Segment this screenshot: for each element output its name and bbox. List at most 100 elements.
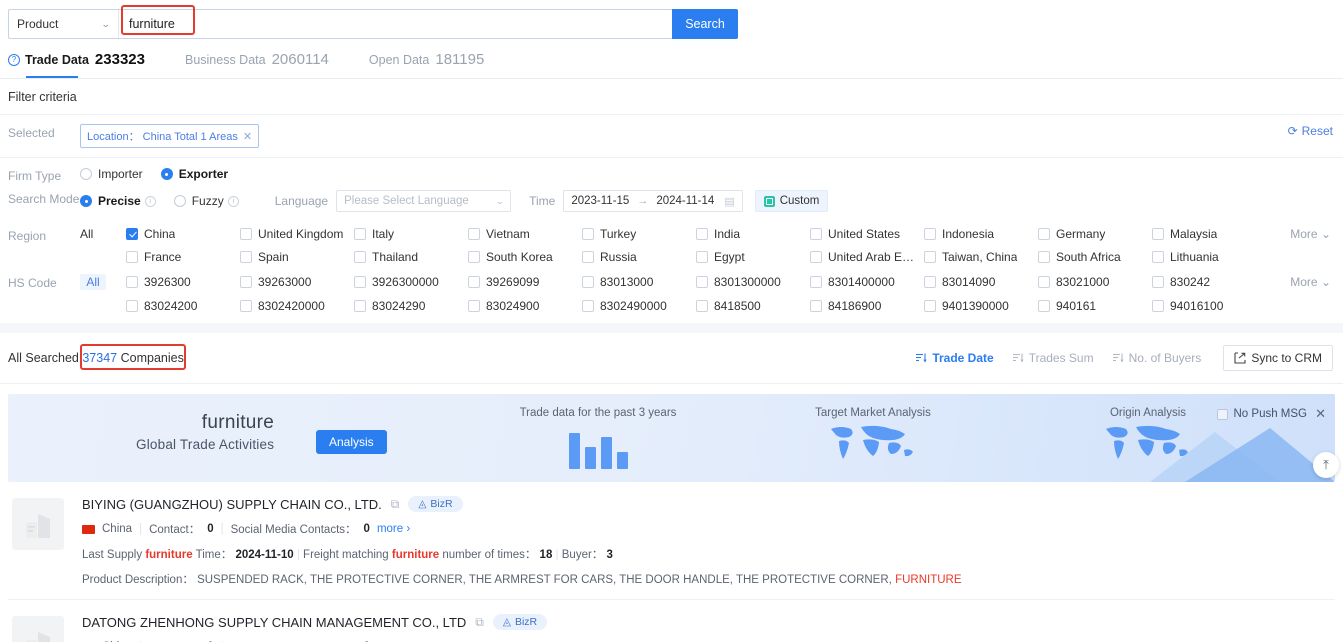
hs-checkbox-8301300000[interactable]: 8301300000 (696, 275, 810, 289)
tab-business-data[interactable]: Business Data 2060114 (185, 51, 329, 78)
hs-checkbox-83013000[interactable]: 83013000 (582, 275, 696, 289)
region-checkbox-egypt[interactable]: Egypt (696, 250, 810, 264)
hs-checkbox-830242[interactable]: 830242 (1152, 275, 1266, 289)
checkbox-box (1038, 300, 1050, 312)
region-more-button[interactable]: More ⌄ (1290, 227, 1331, 241)
radio-fuzzy[interactable]: Fuzzy i (173, 194, 239, 208)
company-list-item: BIYING (GUANGZHOU) SUPPLY CHAIN CO., LTD… (8, 482, 1335, 600)
region-checkbox-india[interactable]: India (696, 227, 810, 241)
checkbox-box (354, 300, 366, 312)
copy-icon[interactable]: ⧉ (391, 497, 400, 512)
category-select[interactable]: Product ⌄ (9, 10, 119, 38)
radio-precise[interactable]: Precise i (80, 194, 156, 208)
region-checkbox-united-states[interactable]: United States (810, 227, 924, 241)
chevron-down-icon: ⌄ (1320, 227, 1331, 241)
back-to-top-button[interactable]: ⤒ (1313, 452, 1339, 478)
company-country: China (102, 523, 133, 535)
hs-checkbox-94016100[interactable]: 94016100 (1152, 299, 1266, 313)
checkbox-box (126, 228, 138, 240)
hs-checkbox-940161[interactable]: 940161 (1038, 299, 1152, 313)
sort-trade-date[interactable]: Trade Date (915, 351, 994, 365)
region-checkbox-russia[interactable]: Russia (582, 250, 696, 264)
selected-tag-location[interactable]: Location： China Total 1 Areas ✕ (80, 124, 260, 148)
region-checkbox-spain[interactable]: Spain (240, 250, 354, 264)
firm-type-options: Importer Exporter (80, 167, 1335, 181)
time-range-picker[interactable]: 2023-11-15 → 2024-11-14 ▤ (563, 190, 743, 212)
region-all-button[interactable]: All (80, 227, 126, 241)
tab-open-data[interactable]: Open Data 181195 (369, 51, 484, 78)
bizr-badge[interactable]: ◬ BizR (492, 614, 548, 630)
hs-checkbox-84186900[interactable]: 84186900 (810, 299, 924, 313)
region-checkbox-taiwan-china[interactable]: Taiwan, China (924, 250, 1038, 264)
region-checkbox-malaysia[interactable]: Malaysia (1152, 227, 1266, 241)
company-name[interactable]: DATONG ZHENHONG SUPPLY CHAIN MANAGEMENT … (82, 615, 466, 630)
hs-checkbox-8418500[interactable]: 8418500 (696, 299, 810, 313)
company-more-link[interactable]: more › (377, 523, 410, 535)
hs-checkbox-3926300000[interactable]: 3926300000 (354, 275, 468, 289)
copy-icon[interactable]: ⧉ (475, 615, 484, 630)
search-input[interactable] (119, 10, 672, 38)
sort-trade-date-label: Trade Date (932, 351, 994, 365)
hs-label-4: 83013000 (600, 275, 654, 289)
hs-checkbox-83014090[interactable]: 83014090 (924, 275, 1038, 289)
region-checkbox-vietnam[interactable]: Vietnam (468, 227, 582, 241)
hs-checkbox-8302490000[interactable]: 8302490000 (582, 299, 696, 313)
region-checkbox-united-arab-emirates[interactable]: United Arab Emi... (810, 250, 924, 264)
info-icon[interactable]: i (144, 195, 156, 207)
hs-label-11: 8302420000 (258, 299, 325, 313)
banner-panel-target[interactable]: Target Market Analysis (783, 407, 963, 468)
company-title-row: BIYING (GUANGZHOU) SUPPLY CHAIN CO., LTD… (82, 496, 1335, 512)
reset-button[interactable]: ⟳ Reset (1288, 124, 1333, 138)
language-select[interactable]: Please Select Language ⌄ (336, 190, 512, 212)
search-button[interactable]: Search (672, 9, 738, 39)
region-checkbox-germany[interactable]: Germany (1038, 227, 1152, 241)
sync-to-crm-button[interactable]: Sync to CRM (1223, 345, 1333, 371)
close-icon[interactable]: ✕ (243, 130, 252, 143)
hs-all-button[interactable]: All (80, 274, 106, 290)
hs-checkbox-8301400000[interactable]: 8301400000 (810, 275, 924, 289)
banner-panel-origin-caption: Origin Analysis (1109, 407, 1187, 419)
company-name[interactable]: BIYING (GUANGZHOU) SUPPLY CHAIN CO., LTD… (82, 497, 382, 512)
hs-checkbox-83024200[interactable]: 83024200 (126, 299, 240, 313)
no-push-msg-toggle[interactable]: No Push MSG (1216, 408, 1307, 420)
region-checkbox-south-korea[interactable]: South Korea (468, 250, 582, 264)
hs-checkbox-3926300[interactable]: 3926300 (126, 275, 240, 289)
company-info: BIYING (GUANGZHOU) SUPPLY CHAIN CO., LTD… (82, 496, 1335, 587)
hs-code-label: HS Code (8, 276, 57, 290)
help-icon[interactable]: ? (8, 53, 20, 66)
radio-importer[interactable]: Importer (80, 167, 143, 181)
region-checkbox-south-africa[interactable]: South Africa (1038, 250, 1152, 264)
hs-checkbox-9401390000[interactable]: 9401390000 (924, 299, 1038, 313)
region-label-italy: Italy (372, 227, 395, 241)
hs-checkbox-8302420000[interactable]: 8302420000 (240, 299, 354, 313)
hs-checkbox-39269099[interactable]: 39269099 (468, 275, 582, 289)
searched-count[interactable]: 37347 (82, 351, 117, 365)
region-checkbox-france[interactable]: France (126, 250, 240, 264)
region-checkbox-turkey[interactable]: Turkey (582, 227, 696, 241)
hs-checkbox-83021000[interactable]: 83021000 (1038, 275, 1152, 289)
company-thumbnail (12, 616, 64, 642)
banner-panel-trade-caption: Trade data for the past 3 years (519, 407, 677, 419)
tab-trade-data[interactable]: ? Trade Data 233323 (8, 51, 145, 78)
region-checkbox-thailand[interactable]: Thailand (354, 250, 468, 264)
hs-checkbox-83024900[interactable]: 83024900 (468, 299, 582, 313)
region-checkbox-china[interactable]: China (126, 227, 240, 241)
region-checkbox-italy[interactable]: Italy (354, 227, 468, 241)
analysis-button[interactable]: Analysis (316, 430, 387, 454)
sync-to-crm-label: Sync to CRM (1251, 351, 1322, 365)
radio-exporter[interactable]: Exporter (160, 167, 228, 181)
sort-no-of-buyers[interactable]: No. of Buyers (1112, 351, 1201, 365)
sort-trades-sum[interactable]: Trades Sum (1012, 351, 1094, 365)
region-checkbox-lithuania[interactable]: Lithuania (1152, 250, 1266, 264)
hs-checkbox-83024290[interactable]: 83024290 (354, 299, 468, 313)
hs-more-button[interactable]: More ⌄ (1290, 275, 1331, 289)
banner-panel-trade[interactable]: Trade data for the past 3 years (508, 407, 688, 469)
region-checkbox-united-kingdom[interactable]: United Kingdom (240, 227, 354, 241)
banner-close-icon[interactable]: ✕ (1315, 406, 1326, 422)
custom-button[interactable]: Custom (754, 190, 829, 212)
info-icon[interactable]: i (227, 195, 239, 207)
bizr-badge[interactable]: ◬ BizR (408, 496, 463, 512)
hs-checkbox-39263000[interactable]: 39263000 (240, 275, 354, 289)
checkbox-box (1038, 228, 1050, 240)
region-checkbox-indonesia[interactable]: Indonesia (924, 227, 1038, 241)
